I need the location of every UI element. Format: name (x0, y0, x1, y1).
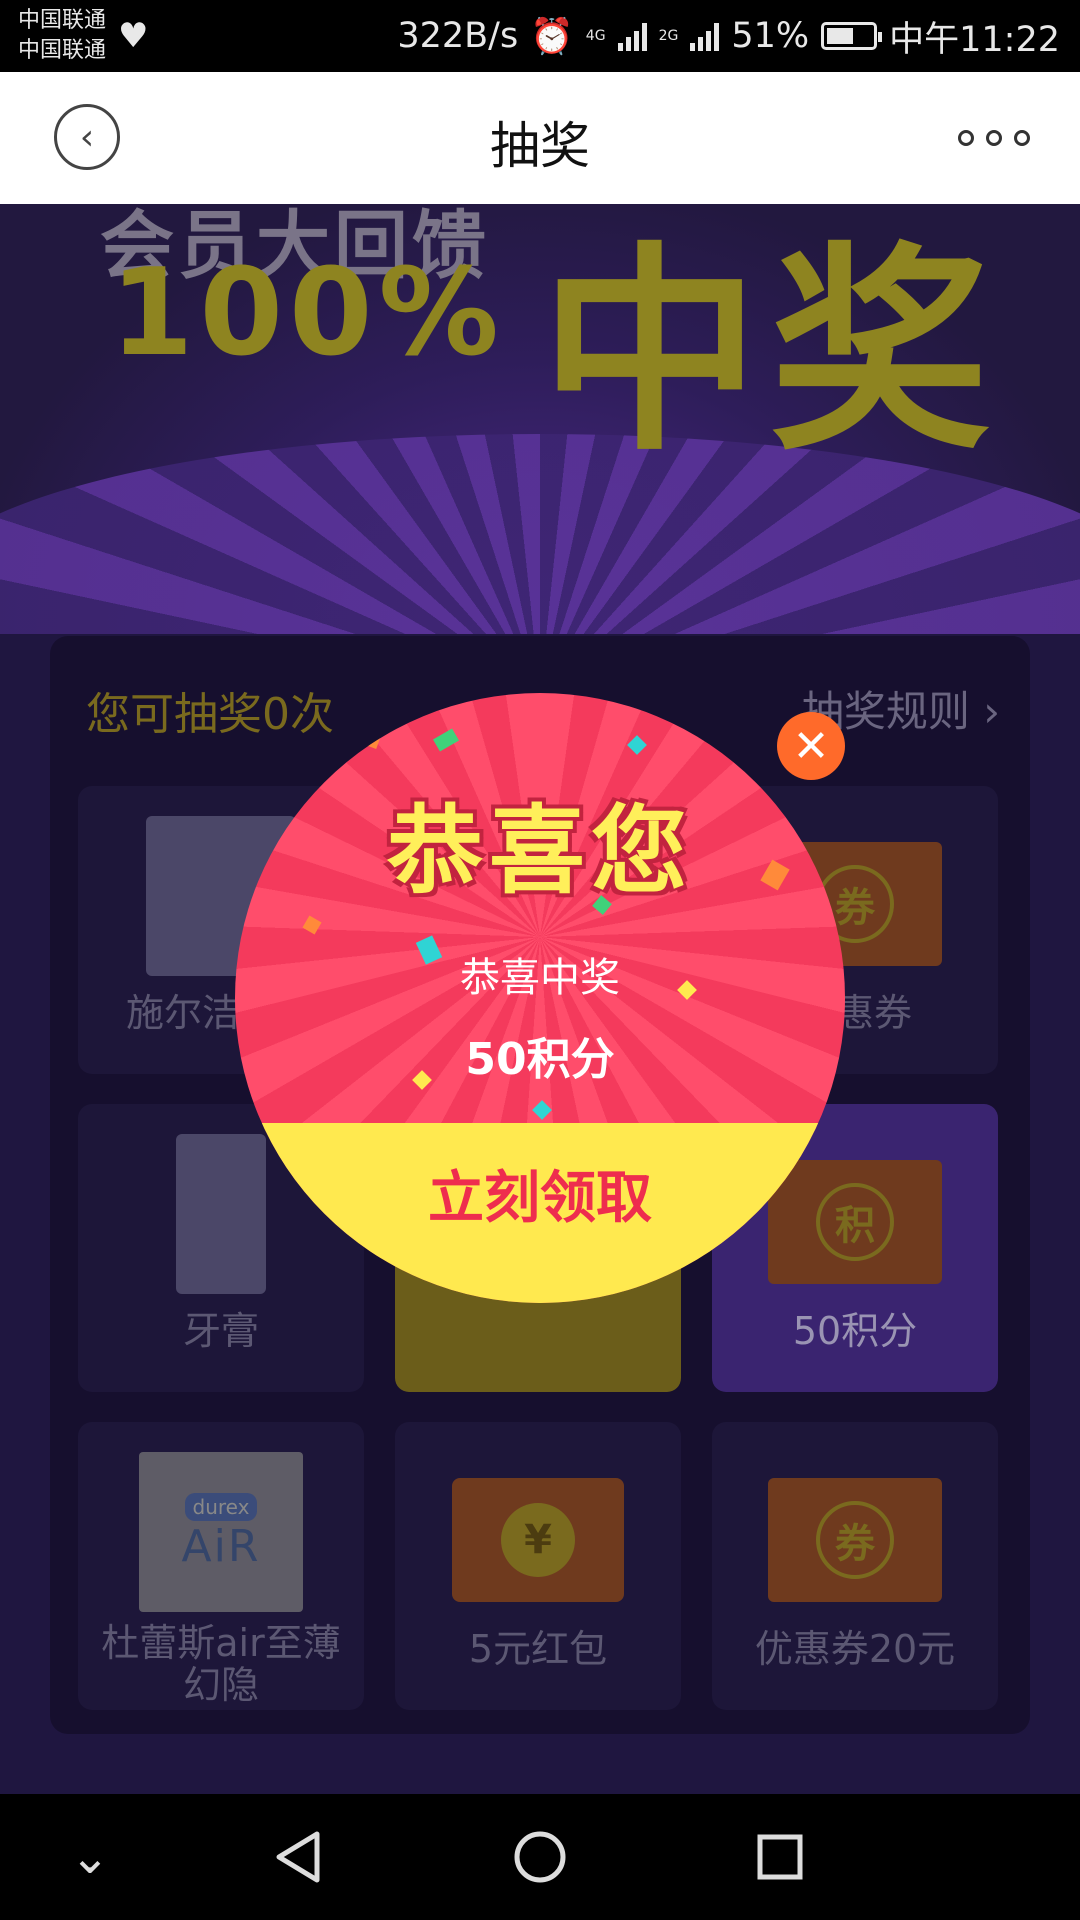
prize-cell-coupon-20: 券 优惠券20元 (712, 1422, 998, 1710)
chevron-down-icon: ⌄ (69, 1829, 111, 1885)
more-options-button[interactable] (958, 130, 1030, 146)
durex-name: AiR (181, 1520, 261, 1572)
page-title: 抽奖 (490, 117, 590, 175)
circle-home-icon (514, 1831, 566, 1883)
win-dialog: 恭喜您 恭喜中奖 50积分 立刻领取 (235, 693, 845, 1303)
carrier-1: 中国联通 (18, 8, 107, 33)
network-1-label: 4G (585, 28, 606, 44)
durex-brand: durex (184, 1492, 258, 1521)
battery-percent: 51% (731, 16, 810, 56)
prize-label: 50积分 (792, 1309, 918, 1353)
home-nav-button[interactable] (505, 1822, 575, 1892)
heart-rate-icon: ♥ (118, 16, 149, 56)
alarm-icon: ⏰ (530, 16, 574, 57)
prize-label: 杜蕾斯air至薄幻隐 (101, 1621, 341, 1707)
close-icon: ✕ (792, 720, 830, 772)
prize-label: 优惠券20元 (754, 1627, 956, 1671)
back-nav-button[interactable] (262, 1822, 332, 1892)
prize-value: 50积分 (465, 1034, 615, 1085)
prize-label: 5元红包 (468, 1627, 608, 1671)
close-dialog-button[interactable]: ✕ (777, 712, 845, 780)
app-header: ‹ 抽奖 (0, 72, 1080, 204)
carrier-2: 中国联通 (18, 38, 107, 63)
status-bar: 中国联通 中国联通 ♥ 322B/s ⏰ 4G 2G 51% 中午11:22 (0, 0, 1080, 72)
chevron-right-icon: › (983, 687, 1000, 736)
system-nav-bar: ⌄ (0, 1794, 1080, 1920)
recent-apps-button[interactable] (745, 1822, 815, 1892)
carrier-info: 中国联通 中国联通 (18, 6, 106, 66)
signal-2-icon (690, 21, 720, 51)
confetti (302, 915, 322, 935)
dot-icon (958, 130, 974, 146)
network-2-label: 2G (658, 28, 679, 44)
prize-label: 牙膏 (182, 1309, 259, 1353)
confetti (532, 1100, 552, 1120)
confetti (432, 728, 460, 752)
banner-big-text: 中奖 (540, 224, 1001, 480)
battery-icon (821, 22, 883, 50)
hide-nav-button[interactable]: ⌄ (55, 1822, 125, 1892)
signal-1-icon (617, 21, 647, 51)
square-recent-icon (757, 1834, 803, 1880)
status-icons: 322B/s ⏰ 4G 2G 51% 中午11:22 (397, 14, 1060, 60)
red-envelope-image: ¥ (452, 1478, 624, 1602)
clock: 中午11:22 (889, 19, 1060, 60)
triangle-back-icon (276, 1831, 320, 1883)
prize-cell-redpack: ¥ 5元红包 (395, 1422, 681, 1710)
coupon-image: 券 (768, 1478, 942, 1602)
claim-button[interactable]: 立刻领取 (235, 1123, 845, 1263)
chances-text: 您可抽奖0次 (86, 689, 334, 740)
congrats-headline: 恭喜您 (387, 795, 693, 907)
prize-cell-durex: durex AiR 杜蕾斯air至薄幻隐 (78, 1422, 364, 1710)
dot-icon (986, 130, 1002, 146)
promo-banner: 会员大回馈 100% 中奖 (0, 204, 1080, 634)
coupon-icon: 券 (816, 1501, 894, 1579)
net-speed: 322B/s (397, 16, 519, 56)
confetti (627, 735, 647, 755)
prize-line: 恭喜中奖 (460, 955, 620, 1001)
banner-percent: 100% (110, 244, 505, 383)
durex-image: durex AiR (139, 1452, 303, 1612)
yuan-icon: ¥ (501, 1503, 575, 1577)
dot-icon (1014, 130, 1030, 146)
